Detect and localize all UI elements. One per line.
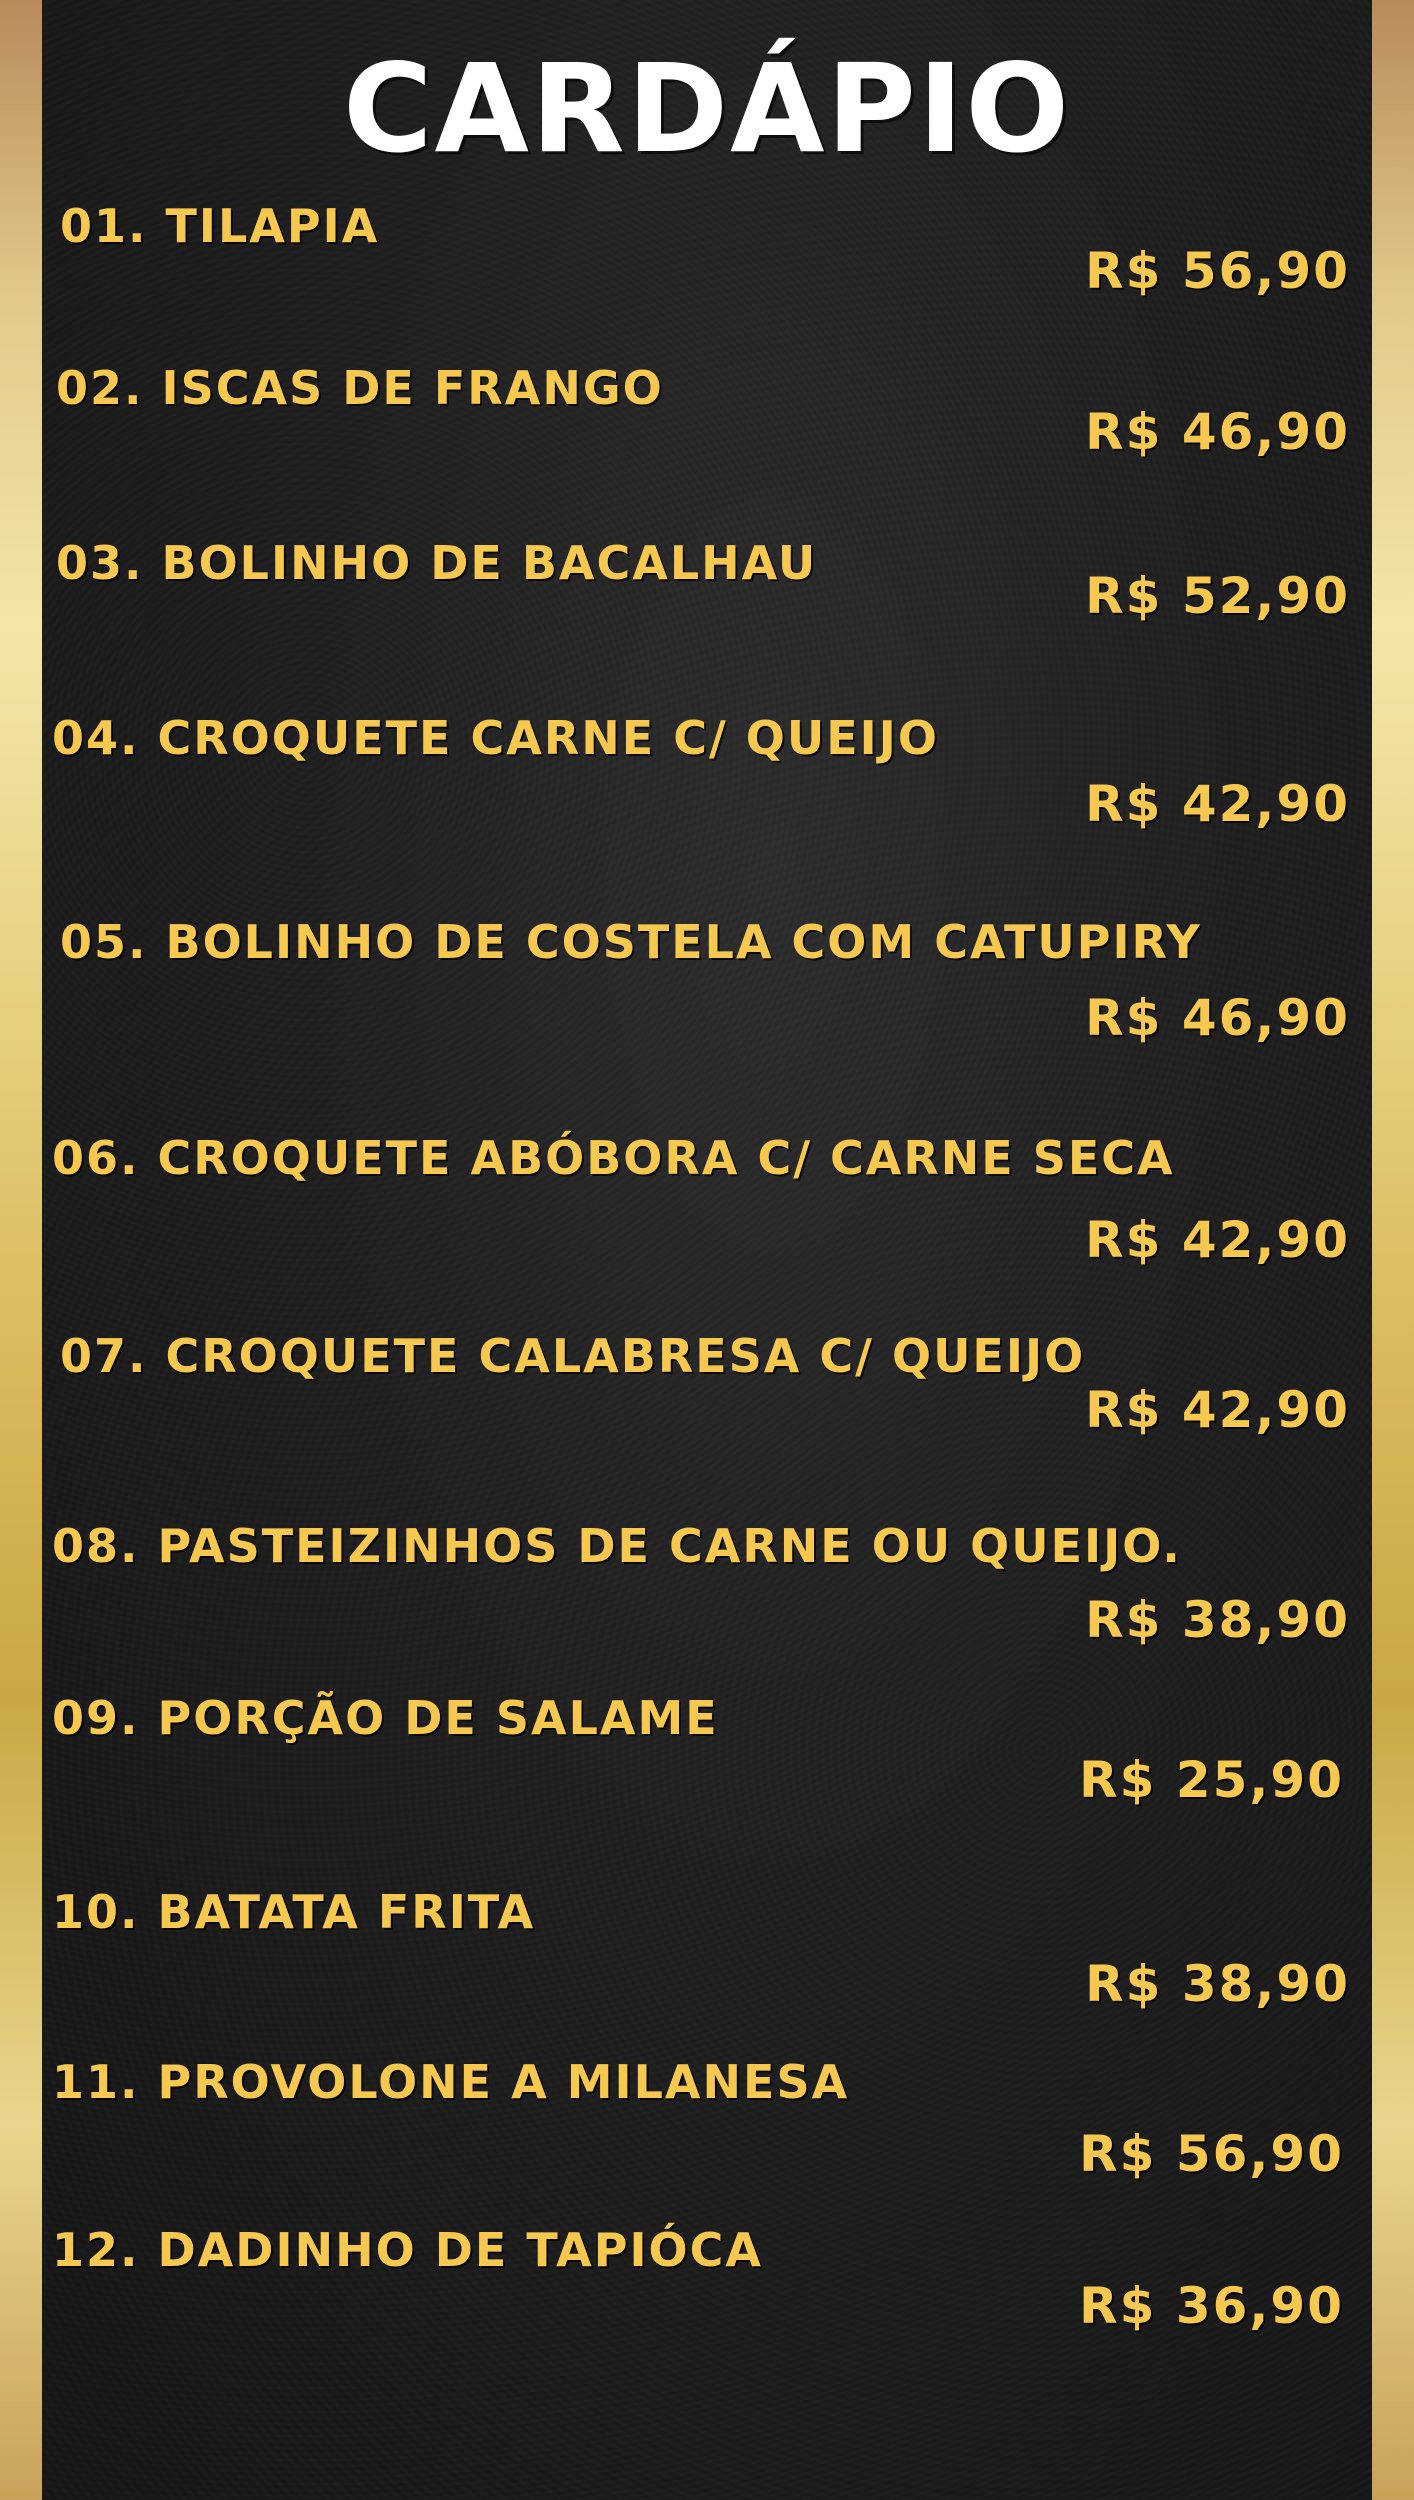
menu-item-price: R$ 25,90: [1079, 1751, 1344, 1809]
menu-item-name: 04. CROQUETE CARNE C/ QUEIJO: [52, 711, 939, 765]
menu-item-price: R$ 42,90: [1085, 775, 1350, 833]
menu-item-price: R$ 38,90: [1085, 1591, 1350, 1649]
menu-item-price: R$ 36,90: [1079, 2277, 1344, 2335]
menu-item-price: R$ 52,90: [1085, 567, 1350, 625]
menu-item-name: 08. PASTEIZINHOS DE CARNE OU QUEIJO.: [52, 1519, 1182, 1573]
menu-item-price: R$ 38,90: [1085, 1955, 1350, 2013]
menu-item-price: R$ 46,90: [1085, 403, 1350, 461]
menu-item-name: 02. ISCAS DE FRANGO: [56, 361, 664, 415]
menu-item-name: 03. BOLINHO DE BACALHAU: [56, 536, 818, 590]
menu-item-name: 01. TILAPIA: [60, 199, 380, 253]
menu-title: CARDÁPIO: [342, 38, 1072, 180]
menu-item-name: 06. CROQUETE ABÓBORA C/ CARNE SECA: [52, 1131, 1175, 1185]
menu-item-name: 10. BATATA FRITA: [52, 1885, 536, 1939]
menu-item-name: 12. DADINHO DE TAPIÓCA: [52, 2223, 764, 2277]
menu-item-name: 11. PROVOLONE A MILANESA: [52, 2055, 850, 2109]
menu-item-price: R$ 56,90: [1079, 2125, 1344, 2183]
menu-item-price: R$ 56,90: [1085, 242, 1350, 300]
menu-item-price: R$ 42,90: [1085, 1381, 1350, 1439]
menu-item-price: R$ 46,90: [1085, 989, 1350, 1047]
menu-item-name: 09. PORÇÃO DE SALAME: [52, 1691, 719, 1745]
menu-item-price: R$ 42,90: [1085, 1211, 1350, 1269]
menu-item-name: 07. CROQUETE CALABRESA C/ QUEIJO: [60, 1329, 1086, 1383]
menu-item-name: 05. BOLINHO DE COSTELA COM CATUPIRY: [60, 915, 1202, 969]
